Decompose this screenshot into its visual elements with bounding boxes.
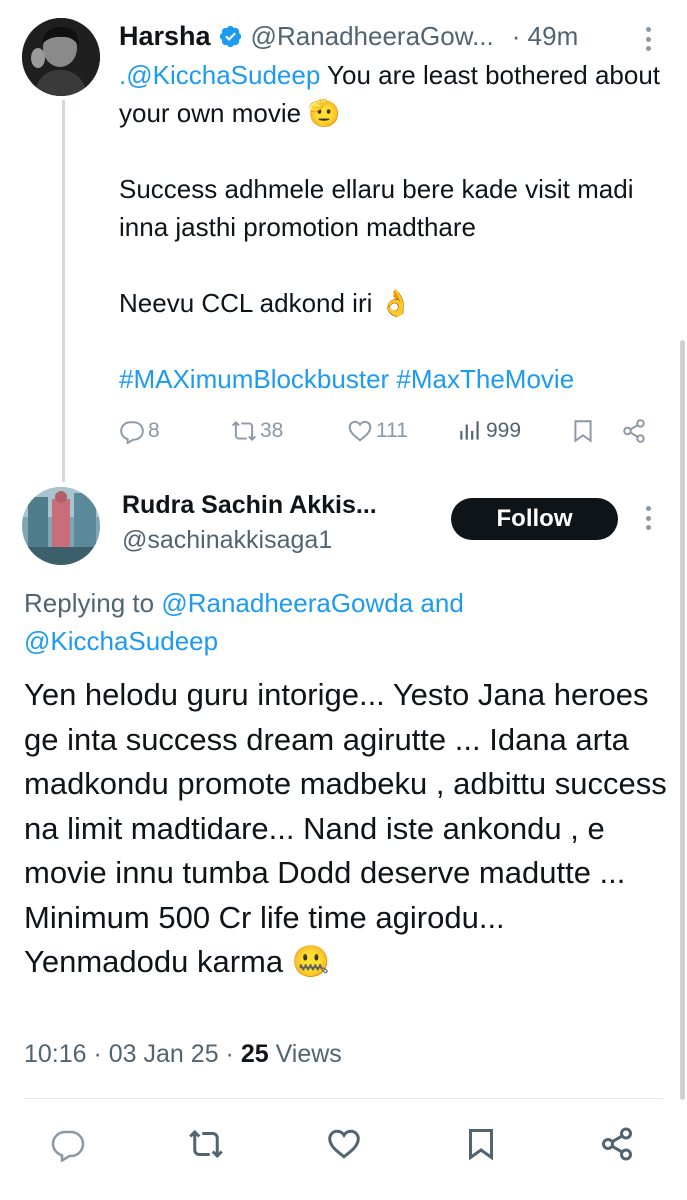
retweet-button[interactable] bbox=[186, 1124, 226, 1164]
share-button[interactable] bbox=[621, 413, 647, 449]
share-icon bbox=[602, 1127, 632, 1161]
verified-badge-icon[interactable] bbox=[218, 24, 243, 49]
tweet1-author-handle[interactable]: @RanadheeraGow... bbox=[251, 21, 494, 52]
heart-icon bbox=[348, 420, 372, 442]
views-count: 999 bbox=[486, 419, 522, 442]
views-icon bbox=[460, 421, 479, 440]
reply-button[interactable]: 8 bbox=[119, 413, 160, 449]
retweet-button[interactable]: 38 bbox=[231, 413, 283, 449]
reply-icon bbox=[120, 421, 144, 444]
tweet1-action-bar: 8 38 111 999 bbox=[119, 413, 654, 449]
more-icon[interactable] bbox=[645, 27, 651, 51]
mention-link[interactable]: .@KicchaSudeep bbox=[119, 60, 320, 90]
tweet2-views-count: 25 bbox=[240, 1040, 269, 1068]
retweet-icon bbox=[189, 1129, 223, 1159]
retweet-count: 38 bbox=[260, 419, 284, 442]
tweet2-views-label: Views bbox=[268, 1040, 342, 1068]
replying-and: and bbox=[413, 588, 464, 618]
follow-button[interactable]: Follow bbox=[451, 498, 618, 540]
hashtag-links[interactable]: #MAXimumBlockbuster #MaxTheMovie bbox=[119, 360, 664, 398]
bookmark-icon bbox=[469, 1129, 493, 1161]
reply-button[interactable] bbox=[48, 1124, 88, 1164]
tweet1-timestamp[interactable]: · 49m bbox=[512, 21, 578, 52]
tweet1-header: Harsha @RanadheeraGow... · 49m bbox=[119, 18, 657, 54]
reply-icon bbox=[51, 1130, 85, 1162]
retweet-icon bbox=[231, 420, 257, 442]
tweet2-timestamp[interactable]: 10:16 · 03 Jan 25 · bbox=[24, 1040, 241, 1068]
tweet1-author-name[interactable]: Harsha bbox=[119, 21, 211, 52]
views-button[interactable]: 999 bbox=[457, 413, 521, 449]
bookmark-button[interactable] bbox=[570, 413, 596, 449]
tweet2-author-handle[interactable]: @sachinakkisaga1 bbox=[122, 526, 332, 555]
share-icon bbox=[623, 419, 645, 443]
tweet2-meta: 10:16 · 03 Jan 25 · 25 Views bbox=[24, 1040, 342, 1069]
reply-count: 8 bbox=[148, 419, 160, 442]
tweet2-author-name[interactable]: Rudra Sachin Akkis... bbox=[122, 491, 377, 520]
like-count: 111 bbox=[376, 419, 408, 442]
scrollbar[interactable] bbox=[680, 340, 685, 1100]
replying-mention-2[interactable]: @KicchaSudeep bbox=[24, 626, 218, 656]
avatar-rudra[interactable] bbox=[22, 487, 100, 565]
tweet2-text: Yen helodu guru intorige... Yesto Jana h… bbox=[24, 677, 667, 979]
heart-icon bbox=[328, 1129, 360, 1159]
tweet1-text-line2: Success adhmele ellaru bere kade visit m… bbox=[119, 174, 634, 242]
replying-to: Replying to @RanadheeraGowda and @Kiccha… bbox=[24, 584, 644, 660]
divider bbox=[24, 1098, 663, 1099]
like-button[interactable]: 111 bbox=[347, 413, 408, 449]
bookmark-icon bbox=[574, 420, 592, 443]
bookmark-button[interactable] bbox=[461, 1124, 501, 1164]
replying-prefix: Replying to bbox=[24, 588, 162, 618]
share-button[interactable] bbox=[597, 1124, 637, 1164]
thread-connector-line bbox=[62, 100, 65, 482]
more-icon[interactable] bbox=[645, 506, 651, 530]
avatar-harsha[interactable] bbox=[22, 18, 100, 96]
tweet1-text: .@KicchaSudeep You are least bothered ab… bbox=[119, 56, 664, 398]
like-button[interactable] bbox=[324, 1124, 364, 1164]
tweet2-action-bar bbox=[0, 1120, 687, 1170]
tweet1-text-line3: Neevu CCL adkond iri 👌 bbox=[119, 288, 412, 318]
replying-mention-1[interactable]: @RanadheeraGowda bbox=[161, 588, 413, 618]
